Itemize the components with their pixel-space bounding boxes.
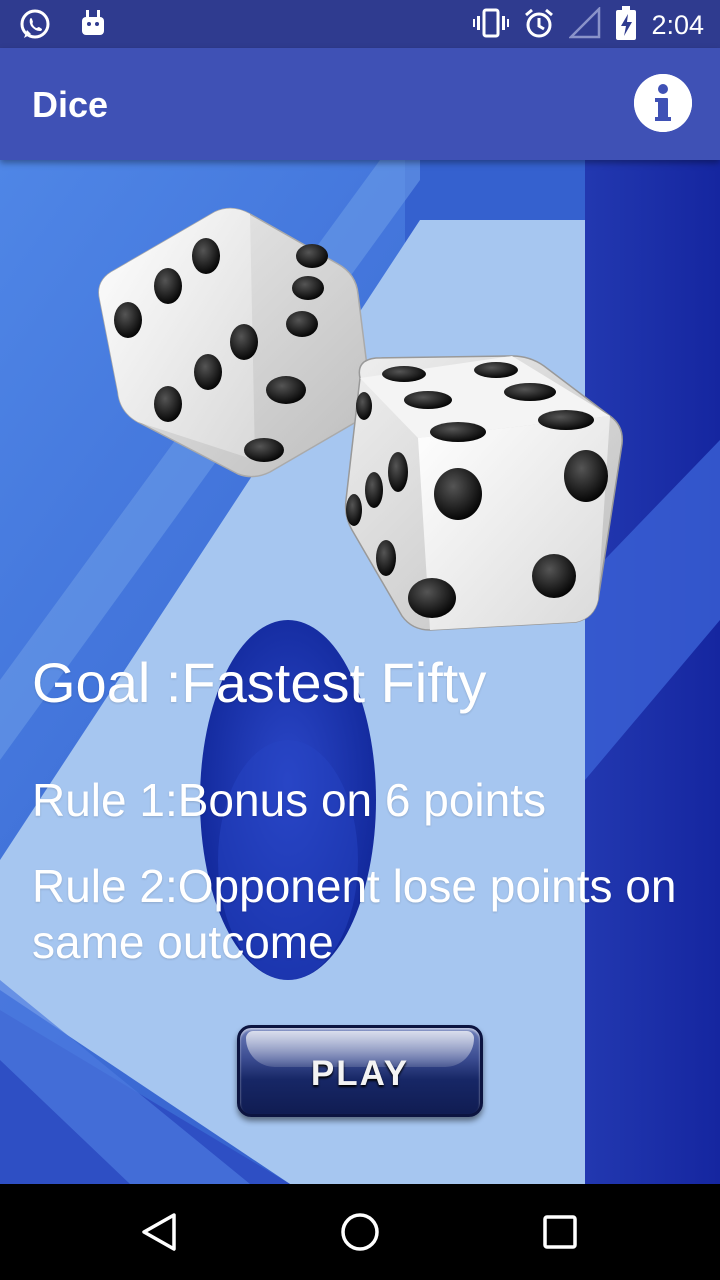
app-bar: Dice [0,48,720,160]
play-button[interactable]: PLAY [237,1025,483,1117]
whatsapp-icon [18,8,52,47]
vibrate-icon [473,7,510,44]
alarm-icon [523,7,555,44]
navigation-bar [0,1184,720,1280]
signal-icon [568,5,601,44]
status-bar: 2:04 [0,0,720,48]
rule-1-text: Rule 1:Bonus on 6 points [32,774,547,826]
rule-2-text: Rule 2:Opponent lose points on same outc… [32,860,677,968]
home-button[interactable] [334,1206,386,1258]
info-icon [634,74,692,132]
dice-illustration [98,207,623,631]
die-right [344,355,623,631]
app-title: Dice [32,84,109,125]
back-button[interactable] [134,1206,186,1258]
android-icon [78,8,108,47]
recent-apps-icon [543,1215,577,1249]
home-icon [341,1213,379,1251]
recent-apps-button[interactable] [534,1206,586,1258]
die-left [98,207,371,478]
game-content: Goal :Fastest Fifty Rule 1:Bonus on 6 po… [0,160,720,1184]
play-button-label: PLAY [310,1054,410,1093]
info-button[interactable] [634,74,692,132]
status-time: 2:04 [651,10,704,40]
back-icon [142,1213,176,1251]
goal-text: Goal :Fastest Fifty [32,651,487,714]
battery-icon [615,6,637,45]
